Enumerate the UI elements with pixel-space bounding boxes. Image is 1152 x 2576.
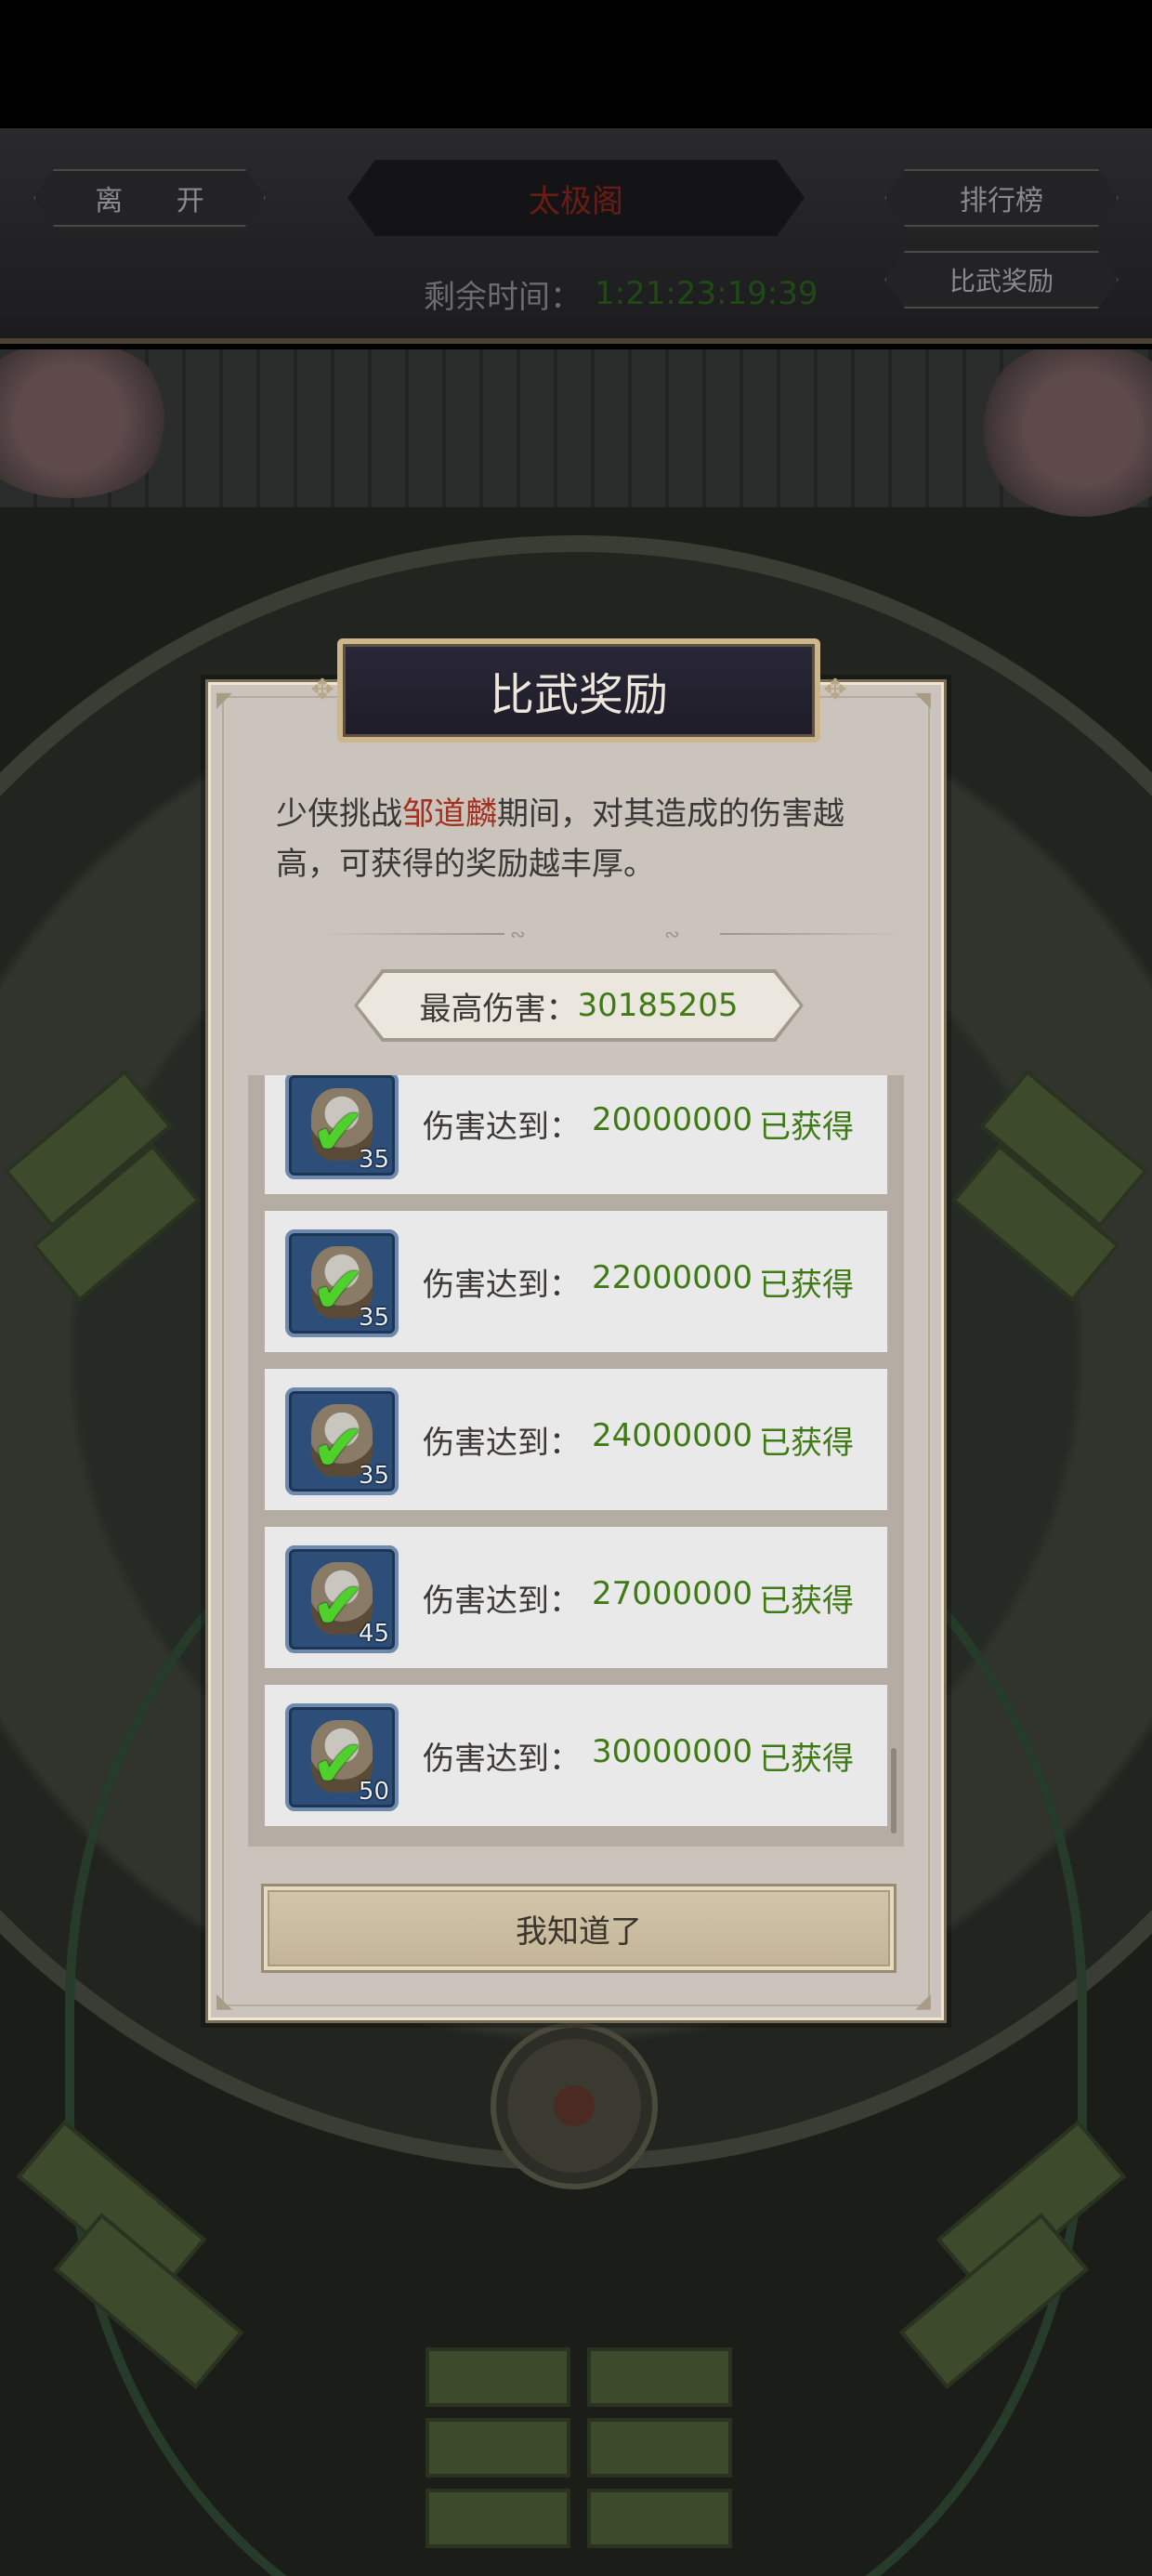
bagua-tile — [425, 2489, 570, 2548]
claim-status: 已获得 — [759, 1267, 854, 1304]
contest-reward-button[interactable]: 比武奖励 — [884, 251, 1119, 309]
corner-ornament-icon: ◣ — [216, 1990, 232, 2013]
max-damage-label: 最高伤害： — [419, 990, 578, 1028]
title-ornament-icon: ✥ — [310, 674, 334, 706]
boss-name: 邹道麟 — [402, 795, 497, 833]
bagua-tile — [425, 2347, 570, 2407]
corner-ornament-icon: ◥ — [915, 689, 931, 712]
reward-row: ✔ 35 伤害达到： 20000000 已获得 — [265, 1075, 887, 1194]
divider-ornament: ∾ — [319, 923, 579, 945]
claim-status: 已获得 — [759, 1109, 854, 1146]
bagua-tile — [425, 2418, 570, 2477]
bagua-tile — [587, 2489, 732, 2548]
description-text: 少侠挑战 — [276, 795, 402, 833]
claim-status: 已获得 — [759, 1741, 854, 1778]
threshold-label: 伤害达到： — [423, 1425, 581, 1462]
threshold-label: 伤害达到： — [423, 1741, 581, 1778]
contest-reward-dialog: ◤ ◥ ◣ ◢ ✥ ✥ 比武奖励 少侠挑战邹道麟期间，对其造成的伤害越高，可获得… — [205, 638, 947, 2023]
remaining-time-value: 1:21:23:19:39 — [595, 275, 818, 312]
threshold-value: 24000000 — [592, 1417, 753, 1454]
item-count: 35 — [358, 1304, 389, 1332]
location-title: 太极阁 — [347, 160, 805, 236]
dialog-title: 比武奖励 — [337, 638, 820, 743]
threshold-value: 22000000 — [592, 1259, 753, 1296]
bagua-tile — [587, 2418, 732, 2477]
reward-row: ✔ 50 伤害达到： 30000000 已获得 — [265, 1685, 887, 1826]
threshold-label: 伤害达到： — [423, 1583, 581, 1620]
reward-item-icon[interactable]: ✔ 35 — [285, 1387, 399, 1495]
divider-ornament: ∾ — [646, 923, 906, 945]
reward-item-icon[interactable]: ✔ 35 — [285, 1075, 399, 1179]
item-count: 35 — [358, 1462, 389, 1490]
max-damage-value: 30185205 — [577, 987, 739, 1024]
remaining-time-label: 剩余时间： — [424, 278, 582, 316]
reward-row: ✔ 45 伤害达到： 27000000 已获得 — [265, 1527, 887, 1668]
max-damage-banner: 最高伤害： 30185205 — [358, 973, 800, 1038]
reward-item-icon[interactable]: ✔ 45 — [285, 1545, 399, 1653]
item-count: 45 — [358, 1620, 389, 1648]
reward-list-scrollbar[interactable] — [891, 1748, 897, 1833]
claim-status: 已获得 — [759, 1425, 854, 1462]
acknowledge-button[interactable]: 我知道了 — [261, 1884, 897, 1973]
arena-center-emblem — [491, 2022, 658, 2189]
status-bar — [0, 0, 1152, 128]
threshold-value: 20000000 — [592, 1101, 753, 1138]
threshold-value: 30000000 — [592, 1733, 753, 1770]
corner-ornament-icon: ◢ — [915, 1990, 931, 2013]
bagua-tile — [587, 2347, 732, 2407]
threshold-value: 27000000 — [592, 1575, 753, 1612]
remaining-time: 剩余时间： 1:21:23:19:39 — [424, 271, 818, 316]
corner-ornament-icon: ◤ — [216, 689, 232, 712]
leaderboard-button[interactable]: 排行榜 — [884, 169, 1119, 227]
title-ornament-icon: ✥ — [823, 674, 847, 706]
reward-row: ✔ 35 伤害达到： 24000000 已获得 — [265, 1369, 887, 1510]
reward-list[interactable]: ✔ 35 伤害达到： 20000000 已获得 ✔ 35 伤害达到： 2200000… — [248, 1075, 904, 1847]
reward-row: ✔ 35 伤害达到： 22000000 已获得 — [265, 1211, 887, 1352]
reward-item-icon[interactable]: ✔ 35 — [285, 1229, 399, 1337]
threshold-label: 伤害达到： — [423, 1267, 581, 1304]
reward-item-icon[interactable]: ✔ 50 — [285, 1703, 399, 1811]
reward-description: 少侠挑战邹道麟期间，对其造成的伤害越高，可获得的奖励越丰厚。 — [276, 789, 889, 889]
threshold-label: 伤害达到： — [423, 1109, 581, 1146]
claim-status: 已获得 — [759, 1583, 854, 1620]
item-count: 50 — [358, 1778, 389, 1806]
leave-button[interactable]: 离 开 — [33, 169, 266, 227]
item-count: 35 — [358, 1146, 389, 1174]
